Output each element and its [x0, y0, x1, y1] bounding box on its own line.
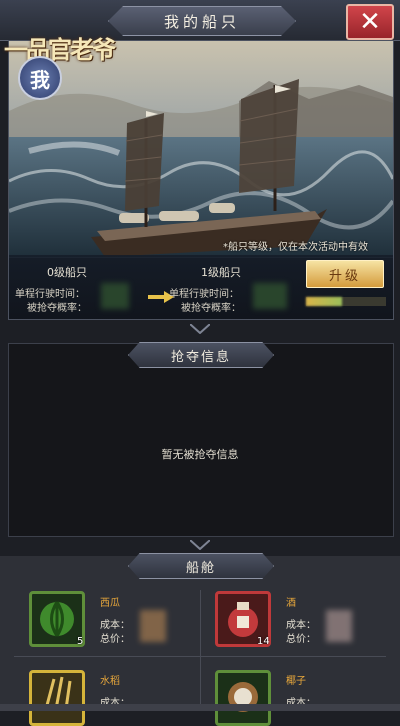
upgrade-button[interactable]: 升级: [306, 260, 384, 288]
blurred-value-current: [101, 283, 129, 309]
chevron-down-icon: [190, 540, 210, 550]
next-level: 1级船只: [201, 266, 241, 279]
bottom-edge: [0, 704, 400, 711]
plunder-empty-message: 暂无被抢夺信息: [161, 448, 239, 461]
blurred-price: [326, 610, 352, 642]
plunder-rate-label-next: 被抢夺概率：: [181, 303, 241, 314]
item-name: 椰子: [286, 676, 306, 687]
item-cost-label: 成本：: [286, 620, 316, 631]
item-total-label: 总价：: [286, 634, 316, 645]
cabin-title: 船舱: [128, 553, 274, 579]
item-name: 水稻: [100, 676, 120, 687]
watermelon-icon: [40, 601, 74, 637]
close-button[interactable]: ✕: [346, 4, 394, 40]
blurred-value-next: [253, 283, 287, 309]
item-total-label: 总价：: [100, 634, 130, 645]
current-level: 0级船只: [47, 266, 87, 279]
item-count: 5: [77, 636, 84, 647]
page-title: 我的船只: [108, 6, 296, 36]
close-icon: ✕: [359, 7, 381, 37]
cabin-row-divider: [14, 656, 386, 657]
cabin-item-coconut[interactable]: [215, 670, 271, 726]
travel-time-label-current: 单程行驶时间：: [15, 289, 85, 300]
plunder-rate-label-current: 被抢夺概率：: [27, 303, 87, 314]
item-count: 14: [257, 636, 270, 647]
chevron-down-icon: [190, 324, 210, 334]
plunder-info-title: 抢夺信息: [128, 342, 274, 368]
cabin-divider: [200, 590, 201, 711]
cabin-item-rice[interactable]: [29, 670, 85, 726]
game-logo: 一品官老爷 我: [0, 16, 132, 100]
logo-text: 一品官老爷: [4, 35, 116, 64]
plunder-info-panel: [8, 343, 394, 537]
item-name: 西瓜: [100, 598, 120, 609]
upgrade-progress-fill: [306, 297, 342, 306]
item-name: 酒: [286, 598, 296, 609]
upgrade-progress-bar: [306, 297, 386, 306]
ship-level-note: *船只等级，仅在本次活动中有效: [223, 242, 368, 253]
blurred-price: [140, 610, 166, 642]
logo-seal: 我: [18, 56, 62, 100]
item-cost-label: 成本：: [100, 620, 130, 631]
travel-time-label-next: 单程行驶时间：: [169, 289, 239, 300]
upgrade-panel: 0级船只 1级船只 单程行驶时间： 被抢夺概率： 单程行驶时间： 被抢夺概率： …: [8, 255, 394, 320]
